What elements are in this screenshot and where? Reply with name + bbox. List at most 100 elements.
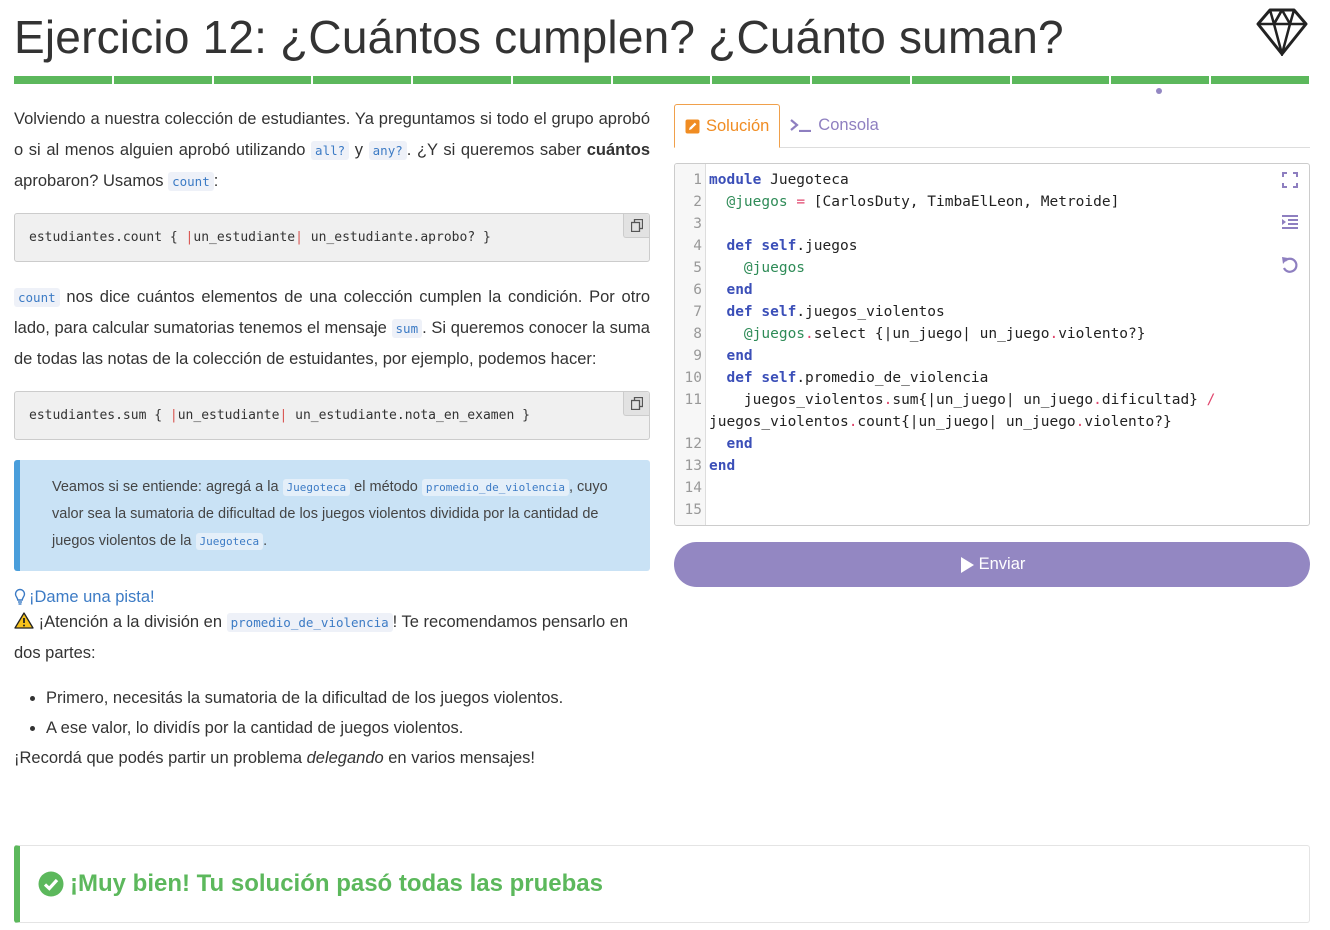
warning-icon: [14, 612, 34, 629]
code-text: |: [295, 230, 303, 245]
code-example-sum: estudiantes.sum { |un_estudiante| un_est…: [14, 391, 650, 440]
indent-button[interactable]: [1279, 214, 1301, 256]
progress-segment-current[interactable]: [1111, 76, 1210, 84]
code-line[interactable]: end: [702, 345, 752, 367]
reset-button[interactable]: [1279, 256, 1301, 298]
code-line[interactable]: juegos_violentos.sum{|un_juego| un_juego…: [702, 389, 1215, 411]
code-text: un_estudiante: [193, 230, 296, 245]
text: .: [263, 533, 268, 549]
task-notice: Veamos si se entiende: agregá a la Juego…: [14, 460, 650, 571]
progress-segment[interactable]: [213, 76, 312, 84]
tab-console[interactable]: Consola: [780, 103, 889, 147]
code-editor[interactable]: 1 module Juegoteca 2 @juegos = [CarlosDut…: [674, 163, 1310, 526]
hint-link[interactable]: ¡Dame una pista!: [14, 587, 650, 607]
code-text: |: [169, 408, 178, 423]
text: en varios mensajes!: [383, 749, 535, 767]
success-text: ¡Muy bien! Tu solución pasó todas las pr…: [70, 870, 603, 897]
line-number: 7: [693, 304, 702, 320]
inline-code: all?: [311, 141, 350, 160]
code-line[interactable]: def self.juegos_violentos: [702, 301, 944, 323]
line-number: 14: [684, 480, 702, 496]
steps-list: Primero, necesitás la sumatoria de la di…: [14, 683, 650, 743]
line-number: 8: [693, 326, 702, 342]
success-message: ¡Muy bien! Tu solución pasó todas las pr…: [14, 845, 1310, 923]
code-line[interactable]: @juegos: [702, 257, 805, 279]
text: el método: [350, 479, 422, 495]
line-number: 3: [693, 216, 702, 232]
current-exercise-marker: [1156, 88, 1162, 94]
inline-code: any?: [368, 141, 407, 160]
tab-label: Consola: [818, 115, 879, 134]
emphasis: delegando: [306, 749, 384, 767]
progress-segment[interactable]: [313, 76, 412, 84]
text: ¡Recordá que podés partir un problema: [14, 749, 307, 767]
line-number: 10: [684, 370, 702, 386]
text: . ¿Y si queremos saber: [406, 141, 587, 159]
intro-paragraph: Volviendo a nuestra colección de estudia…: [14, 104, 650, 197]
text: Veamos si se entiende: agregá a la: [52, 479, 283, 495]
list-item: A ese valor, lo dividís por la cantidad …: [46, 713, 650, 743]
copy-code-button[interactable]: [623, 392, 649, 416]
ruby-gem-icon: [1256, 8, 1308, 56]
fullscreen-button[interactable]: [1279, 172, 1301, 214]
code-text: un_estudiante.nota_en_examen }: [287, 408, 530, 423]
progress-segment[interactable]: [113, 76, 212, 84]
check-circle-icon: [38, 871, 64, 897]
code-text: un_estudiante.aprobo? }: [302, 230, 491, 245]
code-line[interactable]: @juegos.select {|un_juego| un_juego.viol…: [702, 323, 1146, 345]
expand-icon: [1282, 172, 1298, 188]
submit-button[interactable]: Enviar: [674, 542, 1310, 587]
editor-lines[interactable]: 1 module Juegoteca 2 @juegos = [CarlosDut…: [675, 169, 1275, 521]
terminal-icon: [790, 119, 812, 132]
code-line-wrap[interactable]: juegos_violentos.count{|un_juego| un_jue…: [675, 411, 1172, 433]
submit-label: Enviar: [978, 555, 1026, 573]
page-title: Ejercicio 12: ¿Cuántos cumplen? ¿Cuánto …: [14, 11, 1064, 63]
progress-segment[interactable]: [612, 76, 711, 84]
progress-segment[interactable]: [14, 76, 112, 84]
copy-icon: [630, 219, 643, 232]
code-text: estudiantes.count {: [29, 230, 186, 245]
code-line[interactable]: end: [702, 455, 735, 477]
line-number: 15: [684, 502, 702, 518]
code-text: un_estudiante: [177, 408, 280, 423]
text: y: [349, 141, 369, 159]
play-icon: [960, 556, 974, 573]
code-line[interactable]: [702, 213, 718, 235]
progress-segment[interactable]: [413, 76, 511, 84]
inline-code: Juegoteca: [195, 533, 264, 550]
code-line[interactable]: module Juegoteca: [702, 169, 849, 191]
code-text: estudiantes.sum {: [29, 408, 170, 423]
line-number: 11: [684, 392, 702, 408]
code-line[interactable]: def self.promedio_de_violencia: [702, 367, 988, 389]
hint-label[interactable]: ¡Dame una pista!: [29, 587, 155, 607]
inline-code: promedio_de_violencia: [421, 479, 569, 496]
code-line[interactable]: [702, 477, 718, 499]
line-number: 1: [693, 172, 702, 188]
code-line[interactable]: def self.juegos: [702, 235, 857, 257]
tab-solution[interactable]: Solución: [674, 104, 781, 148]
editor-toolbar: [1279, 172, 1301, 298]
code-line[interactable]: [702, 499, 718, 521]
final-note: ¡Recordá que podés partir un problema de…: [14, 743, 650, 774]
inline-code: sum: [391, 319, 423, 338]
progress-segment[interactable]: [911, 76, 1010, 84]
code-line[interactable]: end: [702, 279, 752, 301]
indent-icon: [1282, 215, 1298, 229]
text: aprobaron? Usamos: [14, 172, 169, 190]
progress-segment[interactable]: [712, 76, 811, 84]
progress-segment[interactable]: [512, 76, 611, 84]
line-number: 5: [693, 260, 702, 276]
progress-segment[interactable]: [1011, 76, 1110, 84]
inline-code: count: [168, 172, 214, 191]
exercise-description: Volviendo a nuestra colección de estudia…: [14, 104, 650, 774]
count-paragraph: count nos dice cuántos elementos de una …: [14, 282, 650, 375]
line-number: 13: [684, 458, 702, 474]
code-line[interactable]: end: [702, 433, 752, 455]
code-line[interactable]: @juegos = [CarlosDuty, TimbaElLeon, Metr…: [702, 191, 1119, 213]
copy-code-button[interactable]: [623, 214, 649, 238]
text: ¡Atención a la división en: [38, 613, 227, 631]
progress-segment[interactable]: [812, 76, 910, 84]
progress-segment[interactable]: [1211, 76, 1309, 84]
text: :: [213, 172, 219, 190]
line-number: 12: [684, 436, 702, 452]
